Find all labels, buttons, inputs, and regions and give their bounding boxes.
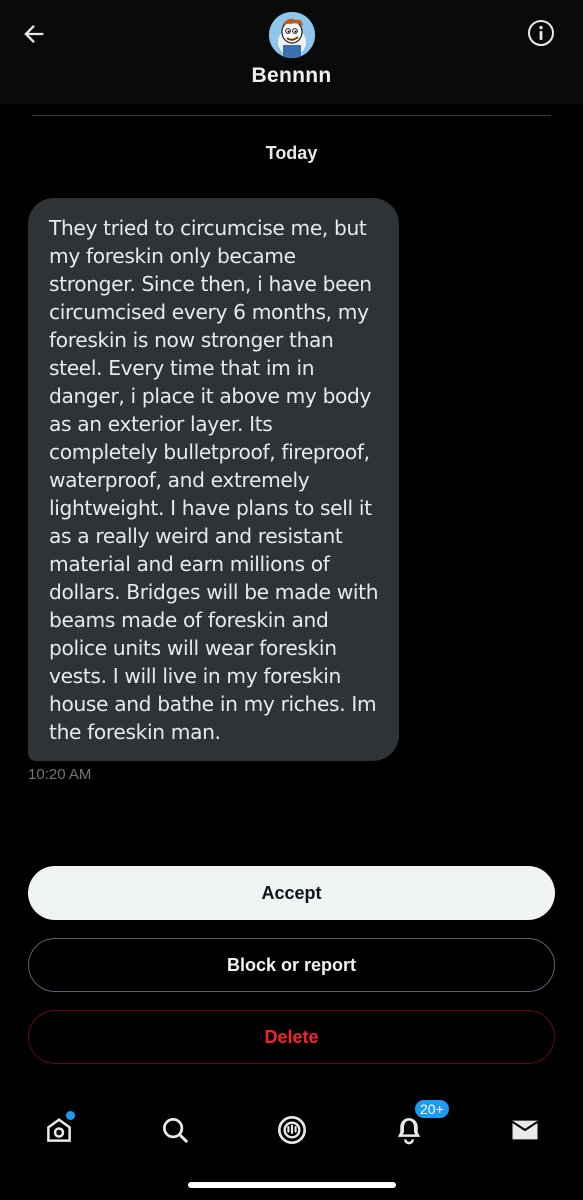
accept-button[interactable]: Accept [28, 866, 555, 920]
message-bubble[interactable]: They tried to circumcise me, but my fore… [28, 198, 399, 761]
search-icon [163, 1118, 188, 1143]
block-or-report-button[interactable]: Block or report [28, 938, 555, 992]
info-icon [528, 20, 554, 46]
message-text: They tried to circumcise me, but my fore… [49, 216, 379, 744]
info-button[interactable] [527, 19, 555, 47]
conversation-title: Bennnn [251, 64, 332, 87]
arrow-left-icon [24, 25, 44, 43]
spaces-icon [278, 1116, 306, 1144]
avatar[interactable] [269, 12, 315, 58]
bell-icon [397, 1118, 421, 1145]
delete-button[interactable]: Delete [28, 1010, 555, 1064]
home-unread-dot [66, 1111, 75, 1120]
back-button[interactable] [18, 18, 50, 50]
dm-request-screen: Bennnn Today They tried to circumcise me… [0, 0, 583, 1200]
conversation-header: Bennnn [0, 0, 583, 104]
tab-messages[interactable] [497, 1102, 553, 1158]
tab-home[interactable] [31, 1102, 87, 1158]
header-divider [32, 115, 551, 116]
avatar-image [269, 12, 315, 58]
tab-spaces[interactable] [264, 1102, 320, 1158]
message-timestamp: 10:20 AM [28, 766, 92, 783]
date-separator: Today [265, 143, 318, 163]
tab-notifications[interactable]: 20+ [381, 1098, 451, 1158]
tab-search[interactable] [147, 1102, 203, 1158]
home-indicator [188, 1182, 396, 1188]
notification-badge: 20+ [413, 1098, 451, 1120]
mail-icon [511, 1120, 539, 1140]
